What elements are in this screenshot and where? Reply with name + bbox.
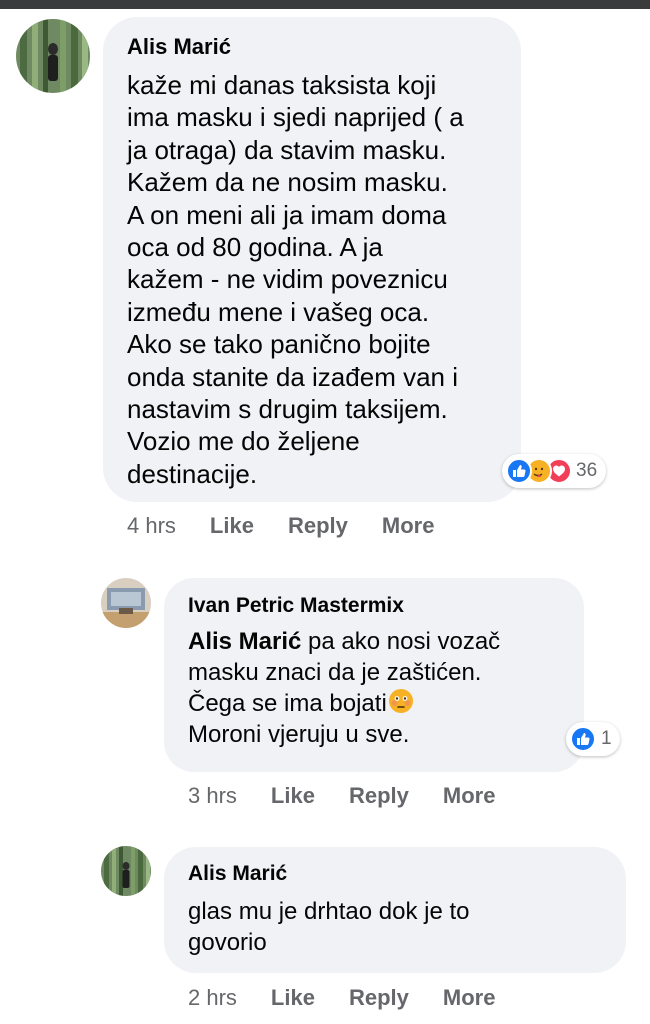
avatar-photo-icon (101, 846, 151, 896)
comment-text: kaže mi danas taksista koji ima masku i … (127, 70, 464, 489)
more-button[interactable]: More (443, 783, 496, 809)
comment-author[interactable]: Alis Marić (188, 862, 287, 886)
reaction-count: 1 (601, 728, 612, 749)
flushed-face-emoji-icon (388, 689, 413, 713)
reply-button[interactable]: Reply (349, 783, 409, 809)
comment-text-part: Moroni vjeruju u sve. (188, 721, 410, 748)
like-icon (506, 458, 532, 484)
like-button[interactable]: Like (271, 783, 315, 809)
comment-timestamp[interactable]: 4 hrs (127, 513, 176, 539)
reply-button[interactable]: Reply (349, 985, 409, 1011)
avatar-photo-icon (101, 578, 151, 628)
reaction-summary[interactable]: 1 (566, 722, 620, 756)
like-icon (570, 726, 596, 752)
avatar[interactable] (101, 846, 151, 896)
comment-actions: 4 hrs Like Reply More (127, 513, 468, 539)
avatar[interactable] (16, 19, 90, 93)
avatar-photo-icon (16, 19, 90, 93)
reaction-summary[interactable]: 36 (502, 454, 607, 488)
comment-timestamp[interactable]: 2 hrs (188, 985, 237, 1011)
reply-button[interactable]: Reply (288, 513, 348, 539)
comment-author[interactable]: Ivan Petric Mastermix (188, 594, 404, 618)
mention-link[interactable]: Alis Marić (188, 628, 301, 655)
like-button[interactable]: Like (271, 985, 315, 1011)
more-button[interactable]: More (382, 513, 435, 539)
avatar[interactable] (101, 578, 151, 628)
comment-timestamp[interactable]: 3 hrs (188, 783, 237, 809)
comment-text: glas mu je drhtao dok je to govorio (188, 898, 470, 956)
reaction-count: 36 (576, 460, 598, 481)
like-button[interactable]: Like (210, 513, 254, 539)
more-button[interactable]: More (443, 985, 496, 1011)
comment-actions: 2 hrs Like Reply More (188, 985, 529, 1011)
comment-text: Alis Marić pa ako nosi vozač masku znaci… (188, 626, 500, 750)
status-bar (0, 0, 650, 9)
comment-actions: 3 hrs Like Reply More (188, 783, 529, 809)
comment-author[interactable]: Alis Marić (127, 34, 231, 60)
